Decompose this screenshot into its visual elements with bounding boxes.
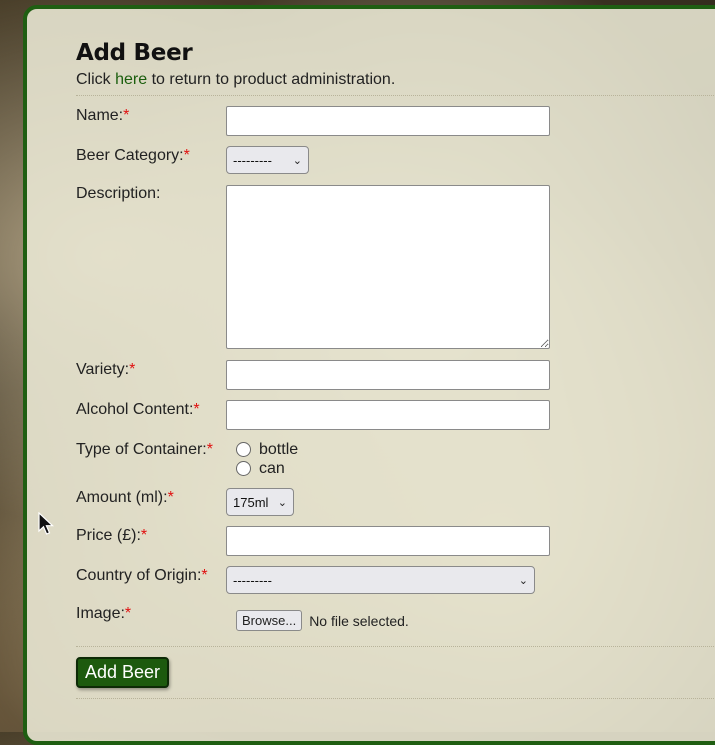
alcohol-label: Alcohol Content:* xyxy=(76,401,200,418)
divider-top xyxy=(76,95,715,96)
price-input[interactable] xyxy=(226,526,550,556)
divider-bottom xyxy=(76,698,715,699)
amount-label: Amount (ml):* xyxy=(76,489,174,506)
container-option-bottle[interactable]: bottle xyxy=(236,440,298,459)
add-beer-button[interactable]: Add Beer xyxy=(76,657,169,688)
intro-text: Click here to return to product administ… xyxy=(76,71,395,89)
amount-select-value: 175ml xyxy=(233,494,269,510)
return-link[interactable]: here xyxy=(115,71,147,88)
divider-middle xyxy=(76,646,715,647)
page-title: Add Beer xyxy=(76,40,193,66)
variety-input[interactable] xyxy=(226,360,550,390)
chevron-down-icon: ⌄ xyxy=(518,574,528,587)
container-option-can[interactable]: can xyxy=(236,459,298,478)
country-label: Country of Origin:* xyxy=(76,567,208,584)
price-label: Price (£):* xyxy=(76,527,148,544)
category-select-value: --------- xyxy=(233,152,272,168)
country-select-value: --------- xyxy=(233,572,272,588)
country-select[interactable]: --------- ⌄ xyxy=(226,566,535,594)
radio-bottle[interactable] xyxy=(236,442,251,457)
alcohol-input[interactable] xyxy=(226,400,550,430)
file-status: No file selected. xyxy=(309,612,409,629)
browse-button[interactable]: Browse... xyxy=(236,610,303,631)
container-label: Type of Container:* xyxy=(76,441,213,458)
category-select[interactable]: --------- ⌄ xyxy=(226,146,309,174)
amount-select[interactable]: 175ml ⌄ xyxy=(226,488,294,516)
variety-label: Variety:* xyxy=(76,361,136,378)
name-input[interactable] xyxy=(226,106,550,136)
category-label: Beer Category:* xyxy=(76,147,190,164)
description-textarea[interactable] xyxy=(226,185,550,349)
intro-after: to return to product administration. xyxy=(147,71,396,88)
image-file-input: Browse... No file selected. xyxy=(236,610,409,631)
name-label: Name:* xyxy=(76,107,130,124)
container-radio-group: bottle can xyxy=(236,440,298,478)
description-label: Description: xyxy=(76,185,161,202)
radio-can[interactable] xyxy=(236,461,251,476)
intro-before: Click xyxy=(76,71,116,88)
chevron-down-icon: ⌄ xyxy=(277,496,287,509)
mouse-cursor-icon xyxy=(38,512,55,535)
chevron-down-icon: ⌄ xyxy=(292,154,302,167)
image-label: Image:* xyxy=(76,605,132,622)
